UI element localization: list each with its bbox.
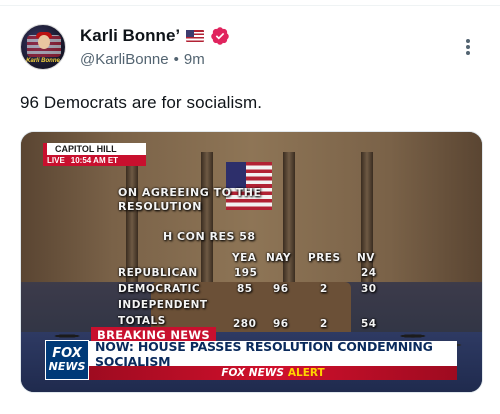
post-age[interactable]: 9m [184, 51, 205, 68]
vote-row-nay: 96 [273, 318, 289, 330]
chamber-column [126, 152, 138, 282]
vote-resolution: H CON RES 58 [163, 230, 256, 243]
vote-row-pres: 2 [320, 318, 328, 330]
post-text: 96 Democrats are for socialism. [20, 93, 263, 112]
vote-row-nv: 24 [361, 267, 377, 279]
vote-row-party: TOTALS [118, 315, 166, 327]
avatar-caption: Karli Bonne [26, 58, 60, 64]
fox-news-logo: FOX NEWS [45, 340, 89, 380]
author-handle[interactable]: @KarliBonne [80, 51, 169, 68]
vote-header-pres: PRES [308, 252, 341, 264]
verified-badge-icon [211, 27, 229, 45]
author-name-row: Karli Bonne’ [80, 26, 230, 46]
more-dot [466, 39, 470, 43]
author-display-name[interactable]: Karli Bonne’ [80, 26, 180, 46]
fox-logo-line1: FOX [52, 346, 82, 361]
news-headline: NOW: HOUSE PASSES RESOLUTION CONDEMNING … [89, 339, 457, 369]
author-handle-row: @KarliBonne • 9m [80, 51, 205, 68]
avatar-figure [38, 35, 50, 49]
vote-header-yea: YEA [232, 252, 257, 264]
more-options-icon[interactable] [458, 36, 478, 58]
live-badge: LIVE 10:54 AM ET [43, 155, 146, 166]
vote-title: ON AGREEING TO THE RESOLUTION [118, 186, 262, 213]
more-dot [466, 51, 470, 55]
location-title: CAPITOL HILL [43, 143, 146, 155]
vote-row-yea: 85 [237, 283, 253, 295]
more-dot [466, 45, 470, 49]
live-label: LIVE [47, 156, 65, 165]
vote-row-nay: 96 [273, 283, 289, 295]
us-flag-icon [186, 30, 205, 42]
vote-row-party: INDEPENDENT [118, 299, 208, 311]
top-divider [0, 0, 500, 6]
alert-brand: FOX NEWS [221, 367, 284, 379]
post-media-image[interactable]: CAPITOL HILL LIVE 10:54 AM ET ON AGREEIN… [20, 131, 483, 393]
fox-logo-line2: NEWS [48, 360, 86, 373]
vote-row-party: REPUBLICAN [118, 267, 198, 279]
location-bug: CAPITOL HILL LIVE 10:54 AM ET [43, 143, 146, 166]
alert-word: ALERT [287, 367, 325, 379]
news-alert-bar: FOX NEWS ALERT [89, 366, 457, 380]
live-time: 10:54 AM ET [70, 156, 119, 165]
vote-header-nv: NV [357, 252, 375, 264]
vote-row-yea: 280 [233, 318, 257, 330]
vote-row-nv: 30 [361, 283, 377, 295]
meta-separator: • [173, 51, 179, 68]
chamber-column [201, 152, 213, 282]
vote-row-pres: 2 [320, 283, 328, 295]
vote-row-yea: 195 [234, 267, 258, 279]
vote-row-nv: 54 [361, 318, 377, 330]
vote-row-party: DEMOCRATIC [118, 283, 201, 295]
vote-header-nay: NAY [266, 252, 292, 264]
avatar[interactable]: Karli Bonne [20, 24, 66, 70]
